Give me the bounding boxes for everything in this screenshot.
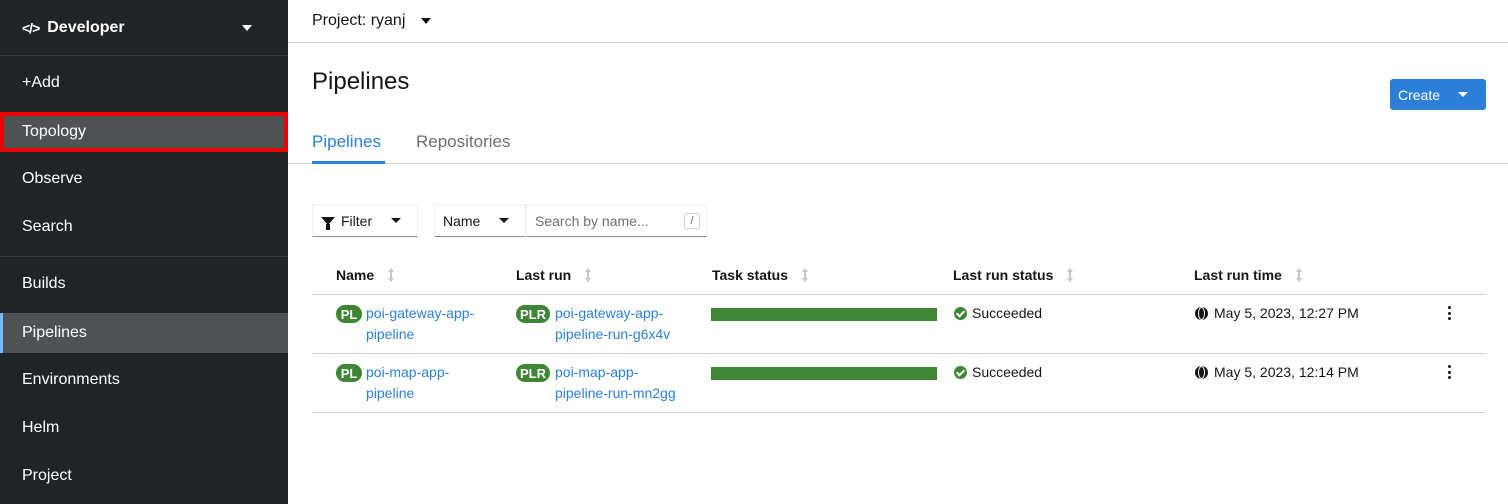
tab-repositories[interactable]: Repositories	[416, 132, 511, 152]
pipeline-name-link[interactable]: poi-gateway-app-pipeline	[366, 303, 474, 345]
active-tab-indicator	[312, 161, 385, 164]
perspective-label: Developer	[47, 18, 125, 36]
sidebar-item-add[interactable]: +Add	[0, 63, 288, 103]
search-box: /	[526, 204, 707, 237]
pipeline-run-badge: PLR	[516, 364, 550, 382]
sidebar-item-helm[interactable]: Helm	[0, 408, 288, 448]
caret-down-icon	[499, 218, 509, 223]
run-time: May 5, 2023, 12:14 PM	[1195, 364, 1359, 380]
globe-icon	[1195, 365, 1208, 379]
run-status-label: Succeeded	[972, 305, 1043, 321]
sidebar-item-builds[interactable]: Builds	[0, 264, 288, 304]
sort-icon	[1067, 268, 1074, 282]
pipeline-badge: PL	[336, 305, 362, 323]
sidebar-item-label: Builds	[22, 275, 66, 292]
sort-icon	[1295, 268, 1302, 282]
sort-icon	[802, 268, 808, 282]
search-input[interactable]	[535, 212, 675, 229]
sidebar-item-observe[interactable]: Observe	[0, 159, 288, 199]
pipeline-run-link[interactable]: poi-gateway-app-pipeline-run-g6x4v	[555, 303, 670, 345]
create-button-label: Create	[1398, 86, 1441, 103]
globe-icon	[1195, 306, 1208, 320]
column-header-label: Task status	[712, 267, 788, 283]
caret-down-icon	[1458, 92, 1468, 97]
tabs: Pipelines Repositories	[288, 120, 1508, 164]
column-header-last-run[interactable]: Last run	[516, 267, 592, 283]
sidebar-item-label: Project	[22, 467, 72, 484]
run-time-label: May 5, 2023, 12:27 PM	[1214, 305, 1359, 321]
pipeline-name-link[interactable]: poi-map-app-pipeline	[366, 362, 449, 404]
filter-type-select[interactable]: Name	[434, 204, 526, 237]
pipeline-run-line: pipeline-run-g6x4v	[555, 326, 671, 342]
sidebar-item-search[interactable]: Search	[0, 207, 288, 247]
run-time-label: May 5, 2023, 12:14 PM	[1214, 364, 1359, 380]
column-header-label: Last run status	[953, 267, 1054, 283]
sidebar-item-label: Environments	[22, 371, 120, 388]
run-status: Succeeded	[954, 305, 1042, 321]
column-header-label: Last run time	[1194, 267, 1282, 283]
row-border	[312, 412, 1486, 413]
sidebar-item-label: Topology	[22, 123, 87, 140]
run-time: May 5, 2023, 12:27 PM	[1195, 305, 1359, 321]
pipeline-name-line: poi-gateway-app-	[366, 305, 475, 321]
keyboard-shortcut-hint: /	[684, 213, 700, 229]
pipeline-name-line: pipeline	[366, 385, 415, 401]
sidebar-divider	[0, 256, 288, 257]
sort-icon	[585, 268, 592, 282]
filter-type-value: Name	[443, 212, 481, 229]
pipeline-run-line: pipeline-run-mn2gg	[555, 385, 676, 401]
tab-pipelines[interactable]: Pipelines	[312, 132, 381, 152]
row-border	[312, 353, 1486, 354]
check-circle-icon	[954, 365, 967, 379]
filter-icon	[321, 216, 335, 230]
run-status: Succeeded	[954, 364, 1042, 380]
task-status-bar[interactable]	[711, 308, 937, 321]
column-header-task-status[interactable]: Task status	[712, 267, 808, 283]
create-button[interactable]: Create	[1390, 79, 1486, 110]
column-header-label: Last run	[516, 267, 572, 283]
pipeline-run-badge: PLR	[516, 305, 550, 323]
sidebar-item-topology[interactable]: Topology	[0, 112, 288, 152]
sidebar-item-label: Observe	[22, 170, 83, 187]
caret-down-icon	[242, 24, 252, 31]
pipeline-run-line: poi-map-app-	[555, 364, 639, 380]
row-actions-kebab[interactable]	[1448, 365, 1452, 379]
column-header-last-run-status[interactable]: Last run status	[953, 267, 1074, 283]
table-header-border	[312, 294, 1486, 295]
column-header-name[interactable]: Name	[336, 267, 395, 283]
check-circle-icon	[954, 306, 967, 320]
project-selector[interactable]: Project: ryanj	[312, 12, 405, 30]
pipeline-badge: PL	[336, 364, 362, 382]
pipeline-run-line: poi-gateway-app-	[555, 305, 664, 321]
run-status-label: Succeeded	[972, 364, 1043, 380]
caret-down-icon	[391, 218, 401, 223]
pipeline-run-link[interactable]: poi-map-app-pipeline-run-mn2gg	[555, 362, 676, 404]
filter-label: Filter	[341, 212, 373, 229]
sidebar-item-pipelines[interactable]: Pipelines	[0, 313, 288, 353]
sidebar: </> Developer +Add Topology Observe Sear…	[0, 0, 288, 504]
sidebar-item-project[interactable]: Project	[0, 456, 288, 496]
caret-down-icon[interactable]	[421, 18, 432, 24]
sort-icon	[388, 268, 395, 282]
pipeline-name-line: poi-map-app-	[366, 364, 450, 380]
page-title: Pipelines	[312, 68, 410, 95]
code-icon: </>	[22, 19, 40, 36]
sidebar-item-environments[interactable]: Environments	[0, 360, 288, 400]
sidebar-item-label: Search	[22, 218, 73, 235]
sidebar-item-label: Pipelines	[22, 324, 87, 341]
perspective-switcher[interactable]: </> Developer	[0, 0, 288, 56]
column-header-last-run-time[interactable]: Last run time	[1194, 267, 1302, 283]
project-bar: Project: ryanj	[288, 0, 1508, 43]
pipeline-name-line: pipeline	[366, 326, 415, 342]
sidebar-item-label: Helm	[22, 419, 60, 436]
task-status-bar[interactable]	[711, 367, 937, 380]
filter-button[interactable]: Filter	[312, 204, 418, 237]
column-header-label: Name	[336, 267, 375, 283]
sidebar-item-label: +Add	[22, 74, 60, 91]
row-actions-kebab[interactable]	[1448, 306, 1452, 320]
